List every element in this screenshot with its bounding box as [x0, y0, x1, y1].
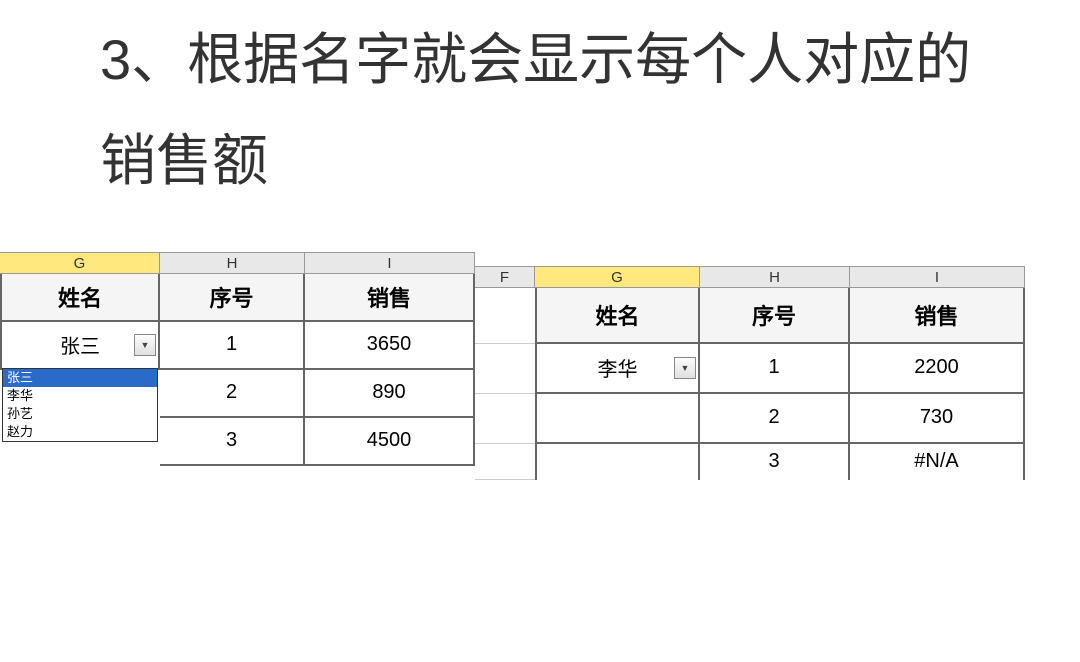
col-header-g[interactable]: G	[0, 253, 160, 274]
cell-seq[interactable]: 1	[160, 322, 305, 370]
blank-cell[interactable]	[475, 344, 535, 394]
table-row: 2 730	[475, 394, 1025, 444]
col-header-h[interactable]: H	[700, 267, 850, 288]
cell-seq[interactable]: 2	[700, 394, 850, 444]
cell-sales[interactable]: 2200	[850, 344, 1025, 394]
table-header-row: 姓名 序号 销售	[475, 288, 1025, 344]
dropdown-option[interactable]: 张三	[3, 369, 157, 387]
right-spreadsheet: F G H I 姓名 序号 销售 李华 ▼ 1 2200	[475, 266, 1025, 480]
chevron-down-icon: ▼	[681, 363, 690, 373]
col-header-i[interactable]: I	[850, 267, 1025, 288]
blank-cell[interactable]	[475, 288, 535, 344]
table-row: 李华 ▼ 1 2200	[475, 344, 1025, 394]
instruction-text: 3、根据名字就会显示每个人对应的销售额	[0, 0, 1080, 252]
header-sales[interactable]: 销售	[305, 274, 475, 322]
dropdown-button[interactable]: ▼	[134, 334, 156, 356]
header-seq[interactable]: 序号	[160, 274, 305, 322]
data-table-right: 姓名 序号 销售 李华 ▼ 1 2200 2 730	[475, 288, 1025, 480]
header-name[interactable]: 姓名	[0, 274, 160, 322]
header-name[interactable]: 姓名	[535, 288, 700, 344]
col-header-f[interactable]: F	[475, 267, 535, 288]
blank-cell[interactable]	[475, 444, 535, 480]
cell-sales[interactable]: 4500	[305, 418, 475, 466]
cell-sales[interactable]: 890	[305, 370, 475, 418]
dropdown-button[interactable]: ▼	[674, 357, 696, 379]
dropdown-option[interactable]: 李华	[3, 387, 157, 405]
header-seq[interactable]: 序号	[700, 288, 850, 344]
empty-cell[interactable]	[535, 394, 700, 444]
column-headers-right: F G H I	[475, 266, 1025, 288]
col-header-i[interactable]: I	[305, 253, 475, 274]
tables-container: G H I 姓名 序号 销售 张三 ▼ 张三 李华 孙艺	[0, 252, 1080, 480]
data-table-left: 姓名 序号 销售 张三 ▼ 张三 李华 孙艺 赵力 1	[0, 274, 475, 466]
cell-sales[interactable]: 3650	[305, 322, 475, 370]
name-dropdown-cell[interactable]: 张三 ▼ 张三 李华 孙艺 赵力	[0, 322, 160, 370]
cell-seq[interactable]: 3	[160, 418, 305, 466]
table-header-row: 姓名 序号 销售	[0, 274, 475, 322]
table-row: 3 #N/A	[475, 444, 1025, 480]
dropdown-option[interactable]: 孙艺	[3, 405, 157, 423]
cell-seq[interactable]: 3	[700, 444, 850, 480]
col-header-g[interactable]: G	[535, 267, 700, 288]
blank-cell[interactable]	[475, 394, 535, 444]
empty-cell[interactable]	[535, 444, 700, 480]
name-dropdown-cell[interactable]: 李华 ▼	[535, 344, 700, 394]
table-row: 张三 ▼ 张三 李华 孙艺 赵力 1 3650	[0, 322, 475, 370]
dropdown-list: 张三 李华 孙艺 赵力	[2, 368, 158, 442]
dropdown-option[interactable]: 赵力	[3, 423, 157, 441]
chevron-down-icon: ▼	[141, 340, 150, 350]
table-row: 3 4500	[160, 418, 475, 466]
column-headers-left: G H I	[0, 252, 475, 274]
cell-sales[interactable]: #N/A	[850, 444, 1025, 480]
cell-sales[interactable]: 730	[850, 394, 1025, 444]
left-spreadsheet: G H I 姓名 序号 销售 张三 ▼ 张三 李华 孙艺	[0, 252, 475, 466]
col-header-h[interactable]: H	[160, 253, 305, 274]
cell-seq[interactable]: 2	[160, 370, 305, 418]
table-row: 2 890	[160, 370, 475, 418]
header-sales[interactable]: 销售	[850, 288, 1025, 344]
cell-seq[interactable]: 1	[700, 344, 850, 394]
